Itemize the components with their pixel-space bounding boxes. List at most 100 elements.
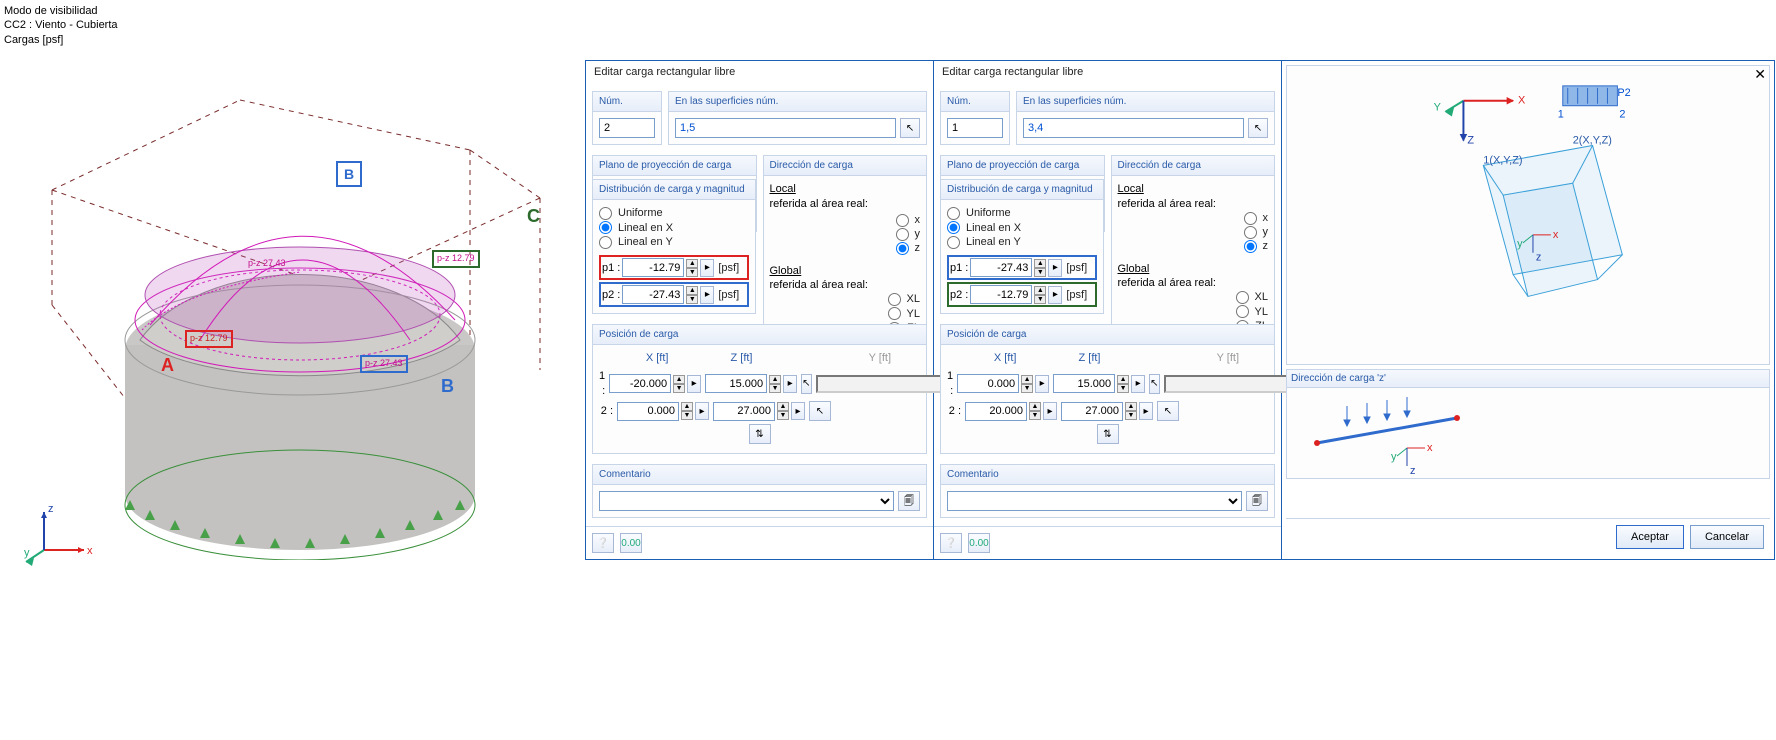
p1-label: p1 : (602, 261, 620, 275)
help-icon[interactable]: ❔ (592, 533, 614, 553)
radio-uniforme-right[interactable]: Uniforme (947, 206, 1097, 220)
units-icon[interactable]: 0.00 (968, 533, 990, 553)
coord-triad-icon: x y z (24, 500, 104, 570)
p2-input-left[interactable] (622, 285, 684, 304)
pos-z1-left[interactable] (705, 374, 767, 393)
num-header: Núm. (592, 91, 662, 111)
radio-dir-y-right[interactable]: y (1118, 225, 1269, 239)
preview-direction-icon: xyz (1287, 388, 1769, 476)
preview-3d: X Y Z P1 P2 12 2(X,Y,Z) 1(X,Y,Z) (1286, 65, 1770, 365)
radio-linealx-left[interactable]: Lineal en X (599, 221, 749, 235)
p1-input-right[interactable] (970, 258, 1032, 277)
svg-text:z: z (1536, 252, 1541, 264)
svg-text:x: x (1553, 229, 1559, 241)
svg-text:y: y (24, 547, 30, 559)
radio-linealy-right[interactable]: Lineal en Y (947, 235, 1097, 249)
comment-header: Comentario (592, 464, 927, 484)
svg-text:X: X (1518, 95, 1526, 107)
svg-text:1(X,Y,Z): 1(X,Y,Z) (1483, 154, 1522, 166)
local-label: Local (770, 182, 921, 196)
radio-dir-x-left[interactable]: x (770, 213, 921, 227)
label-b-top: B (336, 161, 362, 187)
radio-dir-y-left[interactable]: y (770, 227, 921, 241)
svg-text:2(X,Y,Z): 2(X,Y,Z) (1573, 134, 1612, 146)
comment-lib-icon[interactable]: 🗐 (898, 491, 920, 511)
close-icon[interactable]: ✕ (1754, 65, 1766, 83)
surfaces-input-left[interactable] (675, 118, 896, 138)
radio-dir-x-right[interactable]: x (1118, 211, 1269, 225)
pick-surfaces-icon[interactable]: ↖ (900, 118, 920, 138)
svg-text:P2: P2 (1617, 87, 1630, 99)
pick-surfaces-icon[interactable]: ↖ (1248, 118, 1268, 138)
svg-text:x: x (1427, 442, 1433, 454)
svg-text:y: y (1517, 238, 1523, 250)
svg-text:1: 1 (1558, 109, 1564, 121)
radio-dir-yl-left[interactable]: YL (770, 307, 921, 321)
pos-z2-right[interactable] (1061, 402, 1123, 421)
distribution-header: Distribución de carga y magnitud (592, 179, 756, 199)
help-icon[interactable]: ❔ (940, 533, 962, 553)
pick-point-icon[interactable]: ↖ (1149, 374, 1159, 394)
radio-linealy-left[interactable]: Lineal en Y (599, 235, 749, 249)
pick-point-icon[interactable]: ↖ (809, 401, 831, 421)
radio-dir-xl-left[interactable]: XL (770, 292, 921, 306)
pick-point-icon[interactable]: ↖ (801, 374, 811, 394)
pos-z2-left[interactable] (713, 402, 775, 421)
radio-uniforme-left[interactable]: Uniforme (599, 206, 749, 220)
load-tag-b: p-z 27.43 (360, 355, 408, 373)
p2-label: p2 : (602, 288, 620, 302)
pos-x2-right[interactable] (965, 402, 1027, 421)
svg-text:x: x (87, 545, 93, 557)
load-tag-a: p-z 12.79 (185, 330, 233, 348)
plane-header: Plano de proyección de carga (592, 155, 757, 175)
radio-dir-z-right[interactable]: z (1118, 239, 1269, 253)
svg-text:z: z (48, 503, 54, 515)
label-a: A (155, 352, 180, 379)
svg-text:z: z (1410, 465, 1416, 476)
cancel-button[interactable]: Cancelar (1690, 525, 1764, 549)
dialog-panel-left: Editar carga rectangular libre Núm. En l… (586, 61, 934, 559)
p2-input-right[interactable] (970, 285, 1032, 304)
accept-button[interactable]: Aceptar (1616, 525, 1684, 549)
stepper-icon[interactable]: ▸ (700, 259, 714, 277)
pick-point-icon[interactable]: ↖ (1157, 401, 1179, 421)
label-b-bottom: B (435, 373, 460, 400)
radio-dir-z-left[interactable]: z (770, 241, 921, 255)
spinner-icon[interactable]: ▲▼ (686, 286, 698, 304)
radio-linealx-right[interactable]: Lineal en X (947, 221, 1097, 235)
surfaces-input-right[interactable] (1023, 118, 1244, 138)
p1-input-left[interactable] (622, 258, 684, 277)
dialog-title-left: Editar carga rectangular libre (586, 61, 933, 83)
radio-dir-xl-right[interactable]: XL (1118, 290, 1269, 304)
swap-icon[interactable]: ⇅ (749, 424, 771, 444)
svg-text:2: 2 (1619, 109, 1625, 121)
num-input-right[interactable] (947, 118, 1003, 138)
units-icon[interactable]: 0.00 (620, 533, 642, 553)
comment-select-right[interactable] (947, 491, 1242, 511)
position-header: Posición de carga (592, 324, 927, 344)
local-sublabel: referida al área real: (770, 197, 921, 211)
radio-dir-yl-right[interactable]: YL (1118, 305, 1269, 319)
surfaces-header: En las superficies núm. (668, 91, 927, 111)
dialog-panel-right: Editar carga rectangular libre Núm. En l… (934, 61, 1282, 559)
stepper-icon[interactable]: ▸ (700, 286, 714, 304)
comment-select-left[interactable] (599, 491, 894, 511)
pos-z1-right[interactable] (1053, 374, 1115, 393)
label-c: C (521, 203, 546, 230)
model-view[interactable]: p-z 27.43 p-z 12.79 p-z 27.43 p-z 12.79 … (0, 0, 585, 600)
svg-text:Z: Z (1467, 134, 1474, 146)
swap-icon[interactable]: ⇅ (1097, 424, 1119, 444)
preview-direction: Dirección de carga 'z' xyz (1286, 369, 1770, 479)
svg-text:Y: Y (1434, 102, 1442, 114)
spinner-icon[interactable]: ▲▼ (686, 259, 698, 277)
load-tag-c: p-z 12.79 (432, 250, 480, 268)
num-input-left[interactable] (599, 118, 655, 138)
dome-3d-icon (40, 60, 560, 560)
dialog-title-right: Editar carga rectangular libre (934, 61, 1281, 83)
comment-lib-icon[interactable]: 🗐 (1246, 491, 1268, 511)
dialog-preview: ✕ X Y Z P1 P2 12 (1282, 61, 1774, 559)
pos-x1-right[interactable] (957, 374, 1019, 393)
global-real-label: Global (770, 264, 921, 278)
pos-x1-left[interactable] (609, 374, 671, 393)
pos-x2-left[interactable] (617, 402, 679, 421)
